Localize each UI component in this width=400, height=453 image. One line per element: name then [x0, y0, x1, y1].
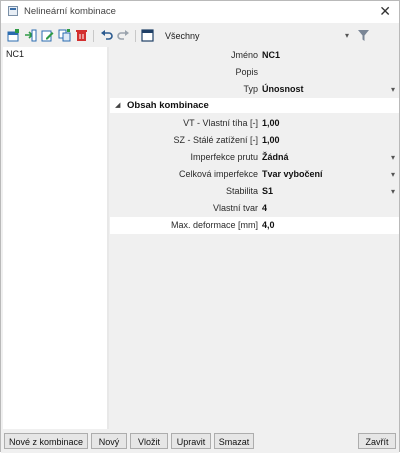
name-row[interactable]: Jméno NC1 [110, 47, 399, 64]
mode-shape-label: Vlastní tvar [212, 203, 258, 213]
sz-row[interactable]: SZ - Stálé zatížení [-] 1,00 [110, 132, 399, 149]
description-row[interactable]: Popis [110, 64, 399, 81]
chevron-down-icon[interactable]: ▾ [391, 153, 395, 162]
type-row[interactable]: Typ Únosnost ▾ [110, 81, 399, 98]
property-grid: Jméno NC1 Popis Typ Únosnost ▾ ◢ Obsah k… [110, 47, 399, 429]
chevron-down-icon[interactable]: ▾ [391, 187, 395, 196]
vt-value[interactable]: 1,00 [262, 118, 280, 128]
window-title: Nelineární kombinace [24, 6, 116, 17]
close-icon[interactable]: ✕ [379, 3, 391, 19]
max-deformation-value[interactable]: 4,0 [262, 220, 275, 230]
filter-select[interactable]: Všechny [165, 31, 200, 41]
stability-label: Stabilita [225, 186, 258, 196]
max-deformation-row[interactable]: Max. deformace [mm] 4,0 [110, 217, 399, 234]
member-imperfection-row[interactable]: Imperfekce prutu Žádná ▾ [110, 149, 399, 166]
filter-icon[interactable] [358, 30, 369, 42]
copy-icon[interactable] [58, 29, 71, 42]
stability-row[interactable]: Stabilita S1 ▾ [110, 183, 399, 200]
toolbar: Všechny ▾ [1, 25, 399, 47]
insert-button[interactable]: Vložit [130, 433, 168, 449]
insert-icon[interactable] [24, 29, 37, 42]
close-button[interactable]: Zavřít [358, 433, 396, 449]
new-from-combination-button[interactable]: Nové z kombinace [4, 433, 88, 449]
chevron-down-icon[interactable]: ▾ [391, 85, 395, 94]
undo-icon[interactable] [100, 29, 113, 42]
type-label: Typ [243, 84, 258, 94]
global-imperfection-value[interactable]: Tvar vybočení [262, 169, 323, 179]
vt-label: VT - Vlastní tíha [-] [183, 118, 258, 128]
table-view-icon[interactable] [141, 29, 154, 42]
button-bar: Nové z kombinace Nový Vložit Upravit Sma… [1, 429, 399, 453]
toolbar-separator [135, 30, 136, 42]
delete-icon[interactable] [75, 29, 88, 42]
collapse-icon[interactable]: ◢ [115, 101, 120, 109]
global-imperfection-row[interactable]: Celková imperfekce Tvar vybočení ▾ [110, 166, 399, 183]
edit-icon[interactable] [41, 29, 54, 42]
section-header[interactable]: ◢ Obsah kombinace [110, 98, 399, 113]
title-bar: Nelineární kombinace ✕ [1, 1, 399, 23]
dialog-window: Nelineární kombinace ✕ Všechny ▾ NC1 Jmé… [0, 0, 400, 453]
splitter[interactable] [107, 47, 109, 429]
name-label: Jméno [230, 50, 258, 60]
type-value[interactable]: Únosnost [262, 84, 304, 94]
stability-value[interactable]: S1 [262, 186, 273, 196]
max-deformation-label: Max. deformace [mm] [170, 220, 258, 230]
redo-icon[interactable] [117, 29, 130, 42]
mode-shape-row[interactable]: Vlastní tvar 4 [110, 200, 399, 217]
description-label: Popis [235, 67, 258, 77]
name-value[interactable]: NC1 [262, 50, 280, 60]
member-imperfection-value[interactable]: Žádná [262, 152, 289, 162]
global-imperfection-label: Celková imperfekce [178, 169, 258, 179]
chevron-down-icon[interactable]: ▾ [345, 31, 349, 40]
edit-button[interactable]: Upravit [171, 433, 211, 449]
new-table-icon[interactable] [7, 29, 20, 42]
toolbar-separator [93, 30, 94, 42]
section-title: Obsah kombinace [127, 100, 209, 111]
member-imperfection-label: Imperfekce prutu [190, 152, 258, 162]
combination-list: NC1 [3, 47, 108, 429]
delete-button[interactable]: Smazat [214, 433, 254, 449]
list-item[interactable]: NC1 [3, 47, 107, 61]
app-icon [8, 6, 18, 16]
chevron-down-icon[interactable]: ▾ [391, 170, 395, 179]
sz-label: SZ - Stálé zatížení [-] [173, 135, 258, 145]
new-button[interactable]: Nový [91, 433, 127, 449]
sz-value[interactable]: 1,00 [262, 135, 280, 145]
mode-shape-value[interactable]: 4 [262, 203, 267, 213]
vt-row[interactable]: VT - Vlastní tíha [-] 1,00 [110, 115, 399, 132]
